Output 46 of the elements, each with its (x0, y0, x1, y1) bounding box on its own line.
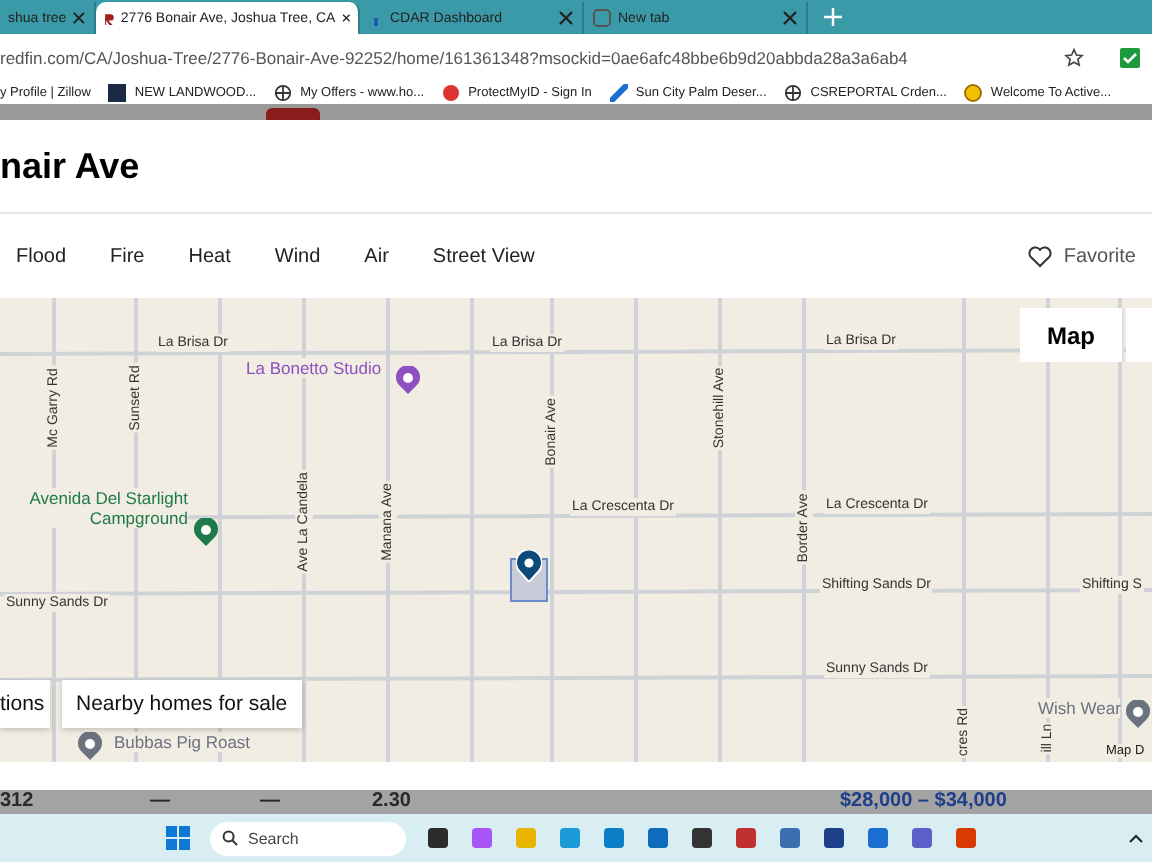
nav-link[interactable]: Fire (110, 245, 145, 267)
place-label[interactable]: Wish Wear (1038, 698, 1121, 718)
place-pin-icon[interactable] (194, 518, 218, 546)
bookmark-icon (964, 83, 983, 101)
place-label[interactable]: Bubbas Pig Roast (114, 732, 251, 752)
location-pin-icon (516, 550, 542, 582)
extension-check-icon[interactable] (1120, 47, 1140, 67)
address-field[interactable]: redfin.com/CA/Joshua-Tree/2776-Bonair-Ave-92252/home/161361348?msockid=0ae6afc48bbe6b9d20abbda28a3a6ab4 (0, 47, 1048, 67)
stat-value: 312 (0, 792, 34, 812)
page-icon (592, 8, 612, 28)
windows-start-icon[interactable] (166, 826, 190, 850)
nav-link[interactable]: Flood (16, 245, 67, 267)
taskbar-search-field[interactable]: Search (210, 821, 406, 855)
page-title: nair Ave (0, 146, 140, 186)
plus-icon[interactable] (824, 8, 842, 26)
map-mode-button[interactable]: Map (1020, 308, 1124, 362)
star-icon[interactable] (1064, 47, 1084, 67)
app-icon[interactable] (690, 826, 714, 850)
favorite-link[interactable]: Favorite (1063, 245, 1136, 267)
nearby-homes-button[interactable]: Nearby homes for sale (62, 680, 302, 728)
app-icon[interactable] (822, 826, 846, 850)
globe-icon (274, 83, 293, 101)
close-icon[interactable] (341, 10, 350, 26)
chevron-up-icon[interactable] (1128, 832, 1144, 844)
stat-value: $28,000 – $34,000 (840, 792, 1007, 812)
place-pin-icon[interactable] (396, 366, 420, 394)
nav-link[interactable]: Heat (188, 245, 231, 267)
globe-icon (784, 83, 803, 101)
stat-value: 2.30 (372, 792, 411, 812)
search-icon (222, 830, 238, 846)
bookmark-icon (108, 83, 127, 101)
map-filter-button[interactable]: tions (0, 680, 51, 728)
nav-link[interactable]: Wind (274, 245, 321, 267)
place-pin-icon[interactable] (1126, 700, 1150, 728)
stat-value: — (260, 792, 280, 812)
place-pin-icon[interactable] (78, 732, 102, 760)
place-label[interactable]: La Bonetto Studio (246, 358, 382, 378)
nav-link[interactable]: Air (364, 245, 389, 267)
nav-link[interactable]: Street View (432, 245, 535, 267)
bookmark-icon (609, 83, 628, 101)
place-label[interactable]: Avenida Del Starlight Campground (0, 488, 188, 528)
app-icon[interactable] (426, 826, 450, 850)
site-tab-shape (266, 108, 320, 120)
stat-value: — (150, 792, 170, 812)
bookmark-icon (442, 83, 461, 101)
heart-icon[interactable] (1027, 245, 1052, 267)
